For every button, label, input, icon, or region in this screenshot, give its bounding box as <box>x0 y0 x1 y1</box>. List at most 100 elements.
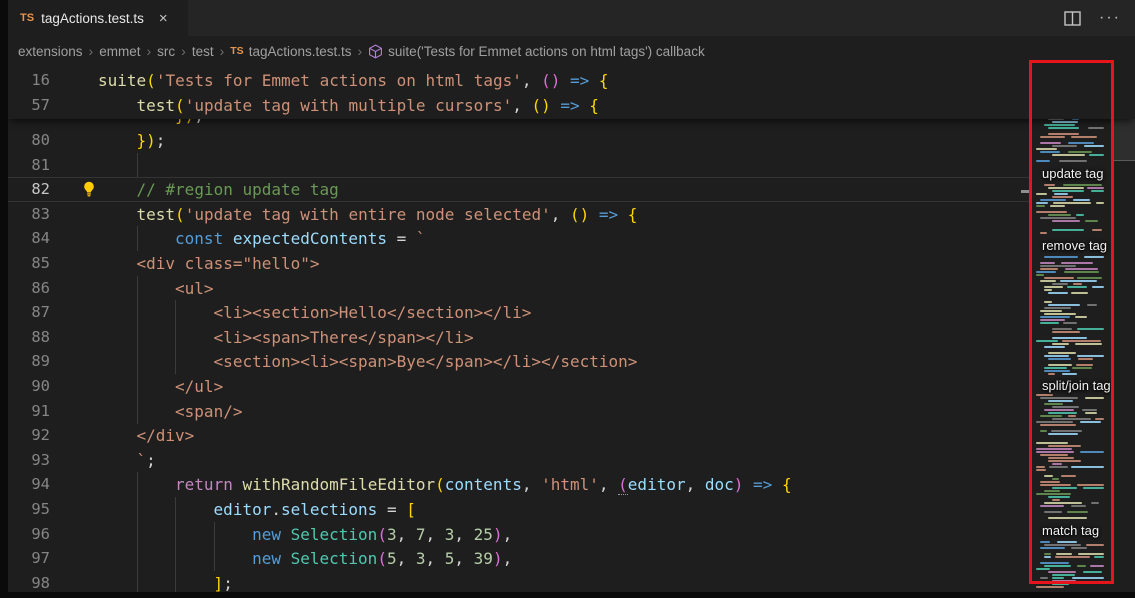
breadcrumb-item[interactable]: suite('Tests for Emmet actions on html t… <box>368 44 705 59</box>
minimap-code-line <box>1036 271 1056 273</box>
code-line[interactable]: 85<div class="hello"> <box>8 251 1135 276</box>
minimap-code-line <box>1044 544 1081 546</box>
minimap-code-line <box>1052 220 1080 222</box>
minimap-code-line <box>1036 469 1046 471</box>
sticky-line[interactable]: 57test('update tag with multiple cursors… <box>8 93 1135 118</box>
code-line[interactable]: 98]; <box>8 571 1135 592</box>
code-line[interactable]: 81 <box>8 153 1135 178</box>
breadcrumb-item[interactable]: emmet <box>99 44 140 59</box>
code-line[interactable]: 94return withRandomFileEditor(contents, … <box>8 472 1135 497</box>
code-line[interactable]: 91<span/> <box>8 399 1135 424</box>
code-line[interactable]: 87<li><section>Hello</section></li> <box>8 300 1135 325</box>
split-editor-icon[interactable] <box>1064 11 1081 26</box>
breadcrumb-item[interactable]: TS tagActions.test.ts <box>230 44 351 59</box>
minimap-code-line <box>1048 445 1081 447</box>
minimap-code-line <box>1048 133 1079 135</box>
minimap-code-line <box>1083 571 1102 573</box>
indent-guide <box>137 226 138 251</box>
code-line[interactable]: 97 new Selection(5, 3, 5, 39), <box>8 546 1135 571</box>
minimap-code-line <box>1077 484 1104 486</box>
code-line[interactable]: 96new Selection(3, 7, 3, 25), <box>8 522 1135 547</box>
indent-guide <box>214 546 215 571</box>
minimap-code-line <box>1071 466 1104 468</box>
minimap-code-line <box>1036 442 1068 444</box>
minimap-code-line <box>1036 205 1045 207</box>
minimap-code-line <box>1095 418 1104 420</box>
indent-guide <box>137 276 138 301</box>
code-line[interactable]: 93`; <box>8 448 1135 473</box>
minimap-code-line <box>1040 322 1059 324</box>
minimap-code-line <box>1063 322 1077 324</box>
breadcrumb-separator: › <box>220 43 225 59</box>
minimap-code-line <box>1052 196 1073 198</box>
tab-tagactions[interactable]: TS tagActions.test.ts × <box>8 0 188 36</box>
minimap-code-line <box>1071 505 1086 507</box>
minimap-code-line <box>1044 367 1067 369</box>
indent-guide <box>137 472 138 497</box>
minimap-code-line <box>1052 337 1087 339</box>
breadcrumb-separator: › <box>146 43 151 59</box>
close-icon[interactable]: × <box>159 11 168 26</box>
editor-actions: ··· <box>1064 0 1121 36</box>
indent-guide <box>137 325 138 350</box>
code-line[interactable]: 83test('update tag with entire node sele… <box>8 202 1135 227</box>
line-number: 92 <box>8 423 50 448</box>
minimap-code-line <box>1080 451 1104 453</box>
code-text: new Selection(3, 7, 3, 25), <box>252 522 512 547</box>
code-editor[interactable]: });80});8182// #region update tag83test(… <box>8 66 1135 592</box>
sticky-line[interactable]: 16suite('Tests for Emmet actions on html… <box>8 68 1135 93</box>
minimap-code-line <box>1075 316 1087 318</box>
line-number: 97 <box>8 546 50 571</box>
breadcrumb-label: suite('Tests for Emmet actions on html t… <box>388 44 705 59</box>
code-line[interactable]: 95editor.selections = [ <box>8 497 1135 522</box>
more-actions-icon[interactable]: ··· <box>1099 9 1121 27</box>
code-line[interactable]: 90</ul> <box>8 374 1135 399</box>
code-text: <span/> <box>175 399 242 424</box>
minimap-code-line <box>1092 286 1104 288</box>
minimap-code-line <box>1078 553 1104 555</box>
code-line[interactable]: 80}); <box>8 128 1135 153</box>
indent-guide <box>175 522 176 547</box>
code-line[interactable]: 92</div> <box>8 423 1135 448</box>
ts-icon: TS <box>230 45 243 57</box>
breadcrumb-item[interactable]: extensions <box>18 44 83 59</box>
minimap-code-line <box>1053 202 1090 204</box>
line-number: 16 <box>8 68 50 93</box>
line-number: 87 <box>8 300 50 325</box>
minimap-code-line <box>1044 277 1074 279</box>
minimap-section-label: remove tag <box>1042 238 1107 253</box>
minimap-code-line <box>1087 187 1104 189</box>
code-text: <div class="hello"> <box>137 251 320 276</box>
code-line[interactable]: 88<li><span>There</span></li> <box>8 325 1135 350</box>
breadcrumb: extensions›emmet›src›test›TStagActions.t… <box>8 36 1135 66</box>
minimap-code-line <box>1092 229 1102 231</box>
minimap-code-line <box>1051 430 1082 432</box>
breadcrumb-item[interactable]: src <box>157 44 175 59</box>
breadcrumb-label: src <box>157 44 175 59</box>
lightbulb-icon[interactable] <box>80 180 98 198</box>
line-number: 98 <box>8 571 50 592</box>
minimap-code-line <box>1040 217 1076 219</box>
minimap-code-line <box>1052 343 1069 345</box>
minimap[interactable]: update tagremove tagsplit/join tagmatch … <box>1032 66 1112 592</box>
code-text: test('update tag with entire node select… <box>137 202 638 227</box>
code-line[interactable]: 82// #region update tag <box>8 177 1135 202</box>
code-line[interactable]: 84const expectedContents = ` <box>8 226 1135 251</box>
minimap-code-line <box>1052 418 1091 420</box>
minimap-section-label: update tag <box>1042 166 1103 181</box>
minimap-code-line <box>1088 127 1104 129</box>
minimap-code-line <box>1040 547 1065 549</box>
line-number: 95 <box>8 497 50 522</box>
code-text: const expectedContents = ` <box>175 226 425 251</box>
minimap-code-line <box>1048 292 1068 294</box>
vscode-window: TS tagActions.test.ts × ··· extensions › e… <box>0 0 1135 598</box>
code-line[interactable]: 86<ul> <box>8 276 1135 301</box>
breadcrumb-label: tagActions.test.ts <box>249 44 352 59</box>
minimap-code-line <box>1044 313 1076 315</box>
minimap-code-line <box>1061 262 1093 264</box>
code-text: ]; <box>214 571 233 592</box>
code-text: new Selection(5, 3, 5, 39), <box>252 546 512 571</box>
minimap-code-line <box>1040 505 1064 507</box>
code-line[interactable]: 89<section><li><span>Bye</span></li></se… <box>8 349 1135 374</box>
breadcrumb-item[interactable]: test <box>192 44 214 59</box>
